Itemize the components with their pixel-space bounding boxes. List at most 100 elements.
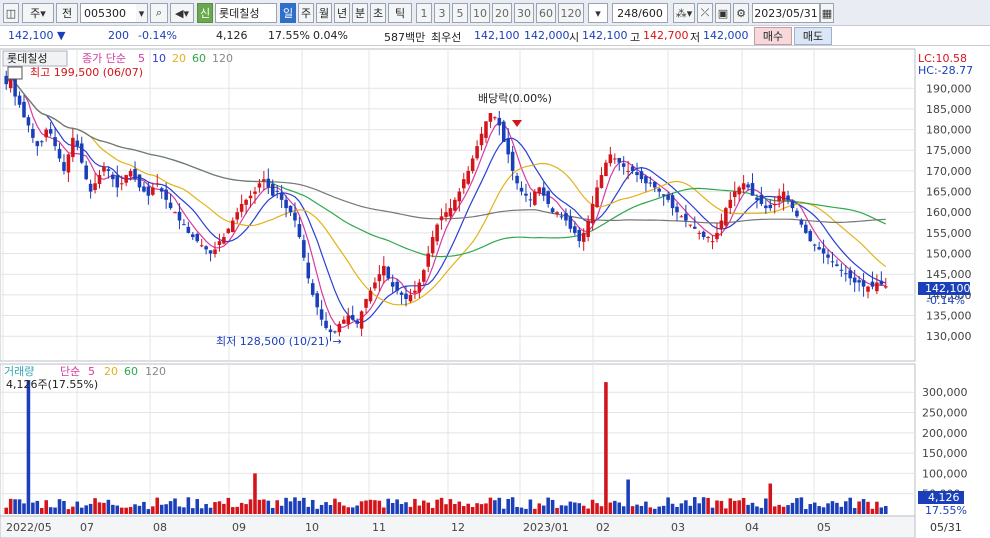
volume-bar: [555, 507, 559, 514]
candle-body: [626, 170, 630, 172]
volume-bar: [146, 509, 151, 514]
vol-ma5-label: 5: [88, 365, 95, 378]
market-select[interactable]: 주 ▾: [22, 3, 54, 23]
count-display[interactable]: 248/600: [612, 3, 668, 23]
volume-bar: [208, 507, 213, 514]
count-60-button[interactable]: 60: [536, 3, 556, 23]
overlay-icon[interactable]: [7, 66, 23, 80]
volume-bar: [595, 503, 599, 514]
volume-bar: [422, 500, 426, 514]
period-day-tab[interactable]: 일: [280, 3, 296, 23]
candle-body: [728, 199, 733, 209]
candle-body: [817, 247, 821, 250]
candle-body: [559, 216, 564, 218]
candle-body: [199, 245, 204, 247]
volume-bar: [497, 497, 502, 514]
candle-body: [777, 195, 781, 202]
candle-body: [164, 189, 168, 200]
candle-body: [128, 170, 133, 177]
volume-bar: [44, 500, 48, 514]
volume-bar: [501, 508, 506, 514]
save-icon[interactable]: ▣: [715, 3, 731, 23]
candle-body: [395, 281, 399, 291]
candle-body: [488, 113, 493, 122]
count-dropdown[interactable]: ▾: [588, 3, 608, 23]
volume-bar: [213, 502, 217, 514]
volume-bar: [506, 498, 510, 514]
volume-bar: [644, 501, 648, 514]
count-120-button[interactable]: 120: [558, 3, 584, 23]
candle-body: [799, 219, 804, 225]
sound-icon[interactable]: ◀▾: [170, 3, 194, 23]
code-dropdown-icon[interactable]: ▾: [136, 3, 148, 23]
candle-body: [768, 204, 773, 209]
candle-body: [39, 141, 44, 143]
volume-bar: [661, 505, 666, 514]
count-30-button[interactable]: 30: [514, 3, 534, 23]
volume-bar: [297, 500, 302, 514]
volume-bar: [66, 509, 71, 514]
x-axis-label: 05: [817, 521, 831, 534]
candle-body: [786, 195, 790, 200]
date-field[interactable]: 2023/05/31: [752, 3, 820, 23]
count-3-button[interactable]: 3: [434, 3, 450, 23]
candle-body: [293, 212, 297, 221]
volume-bar: [639, 506, 644, 514]
candle-body: [350, 314, 355, 320]
candle-body: [204, 246, 208, 250]
period-year-tab[interactable]: 년: [334, 3, 350, 23]
calendar-icon[interactable]: ▦: [820, 3, 834, 23]
volume-bar: [621, 506, 626, 514]
candle-body: [342, 319, 346, 324]
count-10-button[interactable]: 10: [470, 3, 490, 23]
indicator-icon[interactable]: ⁂▾: [673, 3, 695, 23]
volume-bar: [115, 505, 120, 514]
candle-body: [173, 212, 177, 214]
period-week-tab[interactable]: 주: [298, 3, 314, 23]
candle-body: [404, 293, 408, 300]
volume-bar: [453, 503, 457, 514]
stock-chart[interactable]: 롯데칠성 종가 단순 5 10 20 60 120 최고 199,500 (06…: [0, 46, 990, 538]
quote-high: 142,700: [643, 29, 689, 42]
candle-body: [115, 175, 120, 188]
window-icon[interactable]: ◫: [3, 3, 19, 23]
volume-bar: [57, 499, 62, 514]
count-5-button[interactable]: 5: [452, 3, 468, 23]
volume-bar: [617, 502, 622, 514]
volume-bar: [808, 504, 813, 514]
period-month-tab[interactable]: 월: [316, 3, 332, 23]
volume-bar: [879, 507, 884, 514]
volume-bar: [715, 500, 719, 514]
volume-bar: [359, 501, 364, 514]
prev-button[interactable]: 전: [56, 3, 78, 23]
volume-bar: [581, 505, 586, 514]
candle-body: [648, 182, 653, 184]
volume-bar: [688, 505, 693, 514]
credit-badge: 신: [197, 3, 213, 23]
volume-bar: [830, 501, 835, 514]
gear-icon[interactable]: ⚙: [733, 3, 749, 23]
volume-bar: [675, 506, 679, 514]
period-tick-tab[interactable]: 틱: [388, 3, 412, 23]
count-20-button[interactable]: 20: [492, 3, 512, 23]
period-minute-tab[interactable]: 분: [352, 3, 368, 23]
volume-bar: [395, 499, 399, 514]
period-second-tab[interactable]: 초: [370, 3, 386, 23]
count-1-button[interactable]: 1: [416, 3, 432, 23]
candle-body: [653, 181, 657, 188]
volume-bar: [390, 502, 395, 514]
volume-bar: [324, 502, 328, 514]
candle-body: [333, 331, 337, 333]
candle-body: [812, 244, 817, 246]
buy-button[interactable]: 매도: [794, 27, 832, 45]
volume-bar: [151, 506, 155, 514]
candle-body: [804, 224, 808, 233]
search-icon[interactable]: ⌕: [150, 3, 168, 23]
draw-tool-icon[interactable]: ⤫: [697, 3, 713, 23]
ma120-label: 120: [212, 52, 233, 65]
volume-bar: [626, 479, 630, 514]
volume-bar: [724, 508, 728, 514]
volume-bar: [568, 501, 573, 514]
sell-button[interactable]: 매수: [754, 27, 792, 45]
candle-body: [35, 141, 40, 147]
